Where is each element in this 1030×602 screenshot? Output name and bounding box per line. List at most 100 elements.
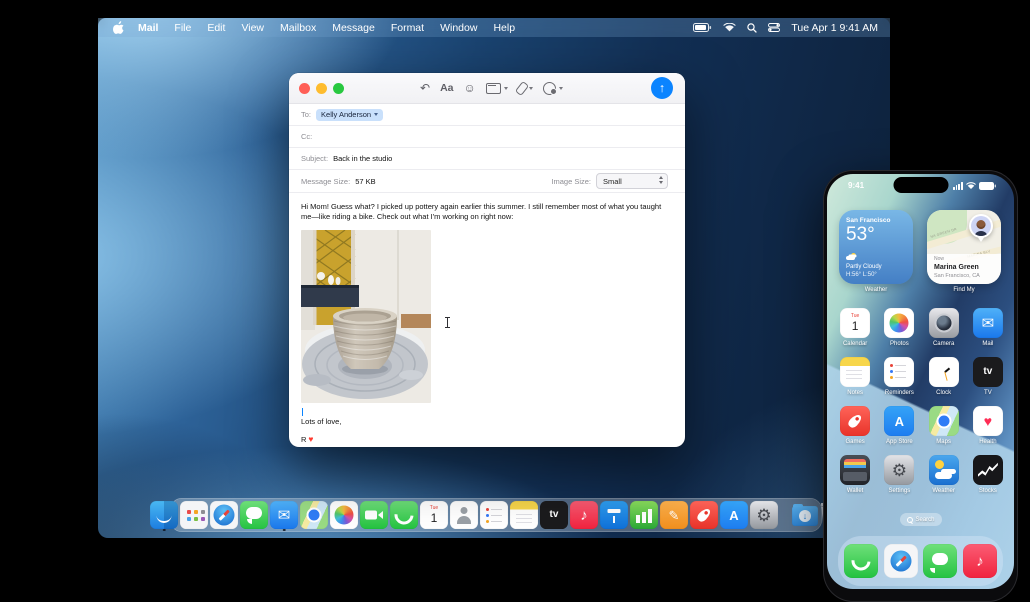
header-fields-button[interactable] — [485, 82, 508, 94]
dock-messages[interactable] — [240, 499, 268, 531]
iphone-app-reminders[interactable]: Reminders — [877, 357, 921, 396]
dock-facetime[interactable] — [360, 499, 388, 531]
iphone-app-maps[interactable]: Maps — [922, 406, 966, 445]
iphone-app-stocks[interactable]: Stocks — [966, 455, 1010, 494]
iphone-app-tv[interactable]: tv TV — [966, 357, 1010, 396]
body-paragraph: Hi Mom! Guess what? I picked up pottery … — [301, 202, 662, 221]
app-label: Stocks — [978, 488, 997, 494]
iphone-app-wallet[interactable]: Wallet — [833, 455, 877, 494]
menu-message[interactable]: Message — [324, 22, 383, 34]
dock-mail[interactable]: ✉ — [270, 499, 298, 531]
iphone-dock-phone[interactable] — [844, 544, 878, 578]
app-label: Camera — [932, 341, 955, 347]
zoom-window-button[interactable] — [333, 83, 344, 94]
tv-glyph: tv — [983, 366, 993, 377]
app-label: Maps — [936, 439, 951, 445]
emoji-button[interactable]: ☺ — [464, 82, 476, 94]
pottery-photo[interactable] — [301, 229, 431, 403]
dock-pages[interactable]: ✎ — [660, 499, 688, 531]
to-field-row[interactable]: To: Kelly Anderson — [289, 104, 685, 126]
dock-phone[interactable] — [390, 499, 418, 531]
control-center-icon[interactable] — [768, 23, 781, 32]
dock-calendar[interactable]: Tue 1 — [420, 499, 448, 531]
menu-window[interactable]: Window — [432, 22, 485, 34]
music-app-icon: ♪ — [570, 501, 598, 529]
music-glyph: ♪ — [976, 552, 984, 570]
dock-keynote[interactable] — [600, 499, 628, 531]
facetime-app-icon — [360, 501, 388, 529]
iphone-app-camera[interactable]: Camera — [922, 308, 966, 347]
app-label: Health — [979, 439, 997, 445]
recipient-token[interactable]: Kelly Anderson — [316, 108, 384, 121]
menu-format[interactable]: Format — [383, 22, 432, 34]
dock-contacts[interactable] — [450, 499, 478, 531]
menu-help[interactable]: Help — [485, 22, 523, 34]
dock-music[interactable]: ♪ — [570, 499, 598, 531]
dock-launchpad[interactable] — [180, 499, 208, 531]
dock-numbers[interactable] — [630, 499, 658, 531]
findmy-widget[interactable]: NA GREEN DR MARINA BLV Now Marina Green … — [927, 210, 1001, 284]
attach-button[interactable] — [514, 80, 533, 96]
iphone-app-appstore[interactable]: A App Store — [877, 406, 921, 445]
dock-safari[interactable] — [210, 499, 238, 531]
iphone-app-photos[interactable]: Photos — [877, 308, 921, 347]
app-label: Mail — [982, 341, 994, 347]
menu-bar-clock[interactable]: Tue Apr 1 9:41 AM — [791, 22, 878, 34]
dock-games[interactable] — [690, 499, 718, 531]
search-label: Search — [915, 516, 935, 523]
iphone-app-mail[interactable]: ✉ Mail — [966, 308, 1010, 347]
spotlight-search-icon[interactable] — [747, 22, 758, 33]
menu-file[interactable]: File — [166, 22, 199, 34]
iphone-app-notes[interactable]: Notes — [833, 357, 877, 396]
iphone-dock-messages[interactable] — [923, 544, 958, 578]
iphone-app-calendar[interactable]: Tue 1 Calendar — [833, 308, 877, 347]
close-window-button[interactable] — [299, 83, 310, 94]
battery-icon[interactable] — [693, 23, 712, 32]
undo-button[interactable]: ↶ — [420, 82, 430, 94]
menu-mail[interactable]: Mail — [130, 22, 166, 34]
iphone-app-games[interactable]: Games — [833, 406, 877, 445]
macos-dock: ✉ Tue 1 tv ♪ ✎ A ⚙ — [150, 498, 842, 532]
chevron-down-icon — [374, 113, 379, 116]
subject-value: Back in the studio — [333, 154, 393, 163]
dock-downloads[interactable] — [792, 499, 818, 531]
notes-app-icon — [840, 357, 871, 387]
dock-settings[interactable]: ⚙ — [750, 499, 778, 531]
iphone-app-weather[interactable]: Weather — [922, 455, 966, 494]
dock-notes[interactable] — [510, 499, 538, 531]
send-button[interactable]: ↑ — [651, 77, 673, 99]
apple-menu-icon[interactable] — [112, 21, 124, 34]
image-size-select[interactable]: Small — [596, 173, 668, 189]
numbers-app-icon — [630, 501, 658, 529]
spotlight-search-pill[interactable]: Search — [899, 513, 942, 526]
dock-maps[interactable] — [300, 499, 328, 531]
signature-line: R ♥ — [301, 434, 673, 445]
iphone-app-health[interactable]: ♥ Health — [966, 406, 1010, 445]
format-button[interactable]: Aa — [440, 83, 453, 94]
weather-widget[interactable]: San Francisco 53° Partly Cloudy H:56° L:… — [839, 210, 913, 284]
insert-photo-button[interactable] — [542, 81, 563, 95]
minimize-window-button[interactable] — [316, 83, 327, 94]
dock-photos[interactable] — [330, 499, 358, 531]
cc-field-row[interactable]: Cc: — [289, 126, 685, 148]
message-body[interactable]: Hi Mom! Guess what? I picked up pottery … — [289, 193, 685, 445]
app-label: Photos — [890, 341, 909, 347]
dock-finder[interactable] — [150, 499, 178, 531]
menu-mailbox[interactable]: Mailbox — [272, 22, 324, 34]
dock-tv[interactable]: tv — [540, 499, 568, 531]
menu-edit[interactable]: Edit — [199, 22, 233, 34]
health-glyph: ♥ — [983, 413, 993, 429]
iphone-dock-music[interactable]: ♪ — [962, 544, 997, 578]
downloads-app-icon — [792, 503, 818, 526]
iphone-dock-safari[interactable] — [883, 544, 918, 578]
iphone-app-clock[interactable]: Clock — [922, 357, 966, 396]
subject-field-row[interactable]: Subject: Back in the studio — [289, 148, 685, 170]
camera-app-icon — [928, 308, 959, 338]
calendar-day: 1 — [851, 319, 859, 333]
wifi-icon[interactable] — [723, 23, 737, 32]
dock-appstore[interactable]: A — [720, 499, 748, 531]
dock-reminders[interactable] — [480, 499, 508, 531]
menu-view[interactable]: View — [233, 22, 272, 34]
paperclip-icon — [514, 80, 529, 96]
iphone-app-settings[interactable]: ⚙ Settings — [877, 455, 921, 494]
